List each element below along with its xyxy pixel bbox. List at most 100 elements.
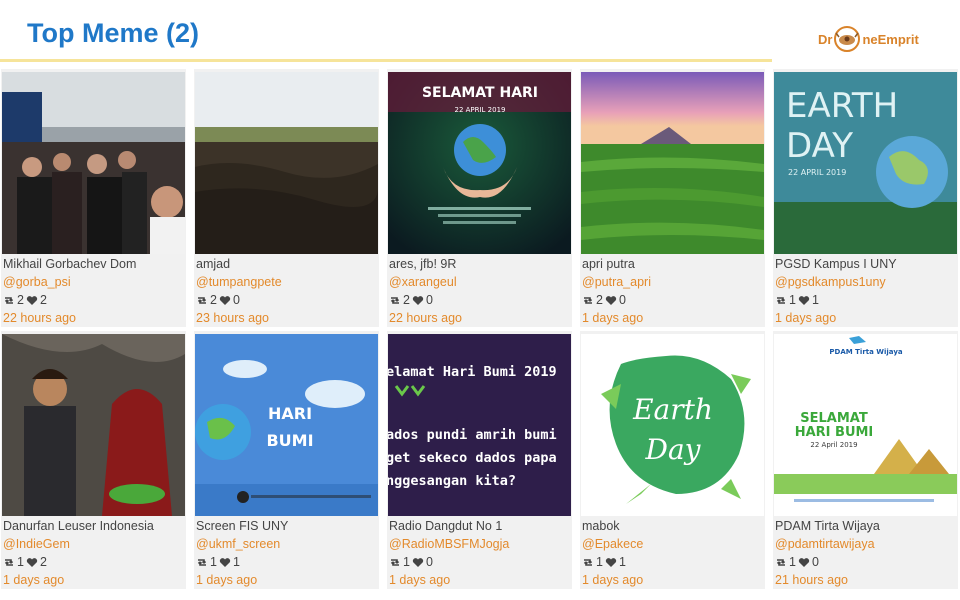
- poster-line-4: nggesangan kita?: [388, 473, 516, 489]
- meme-card[interactable]: SELAMAT HARI 22 APRIL 2019 ares, jfb! 9R…: [387, 69, 572, 327]
- poster-caption: SELAMAT HARI: [422, 85, 538, 101]
- heart-icon: [219, 557, 231, 567]
- heart-icon: [412, 557, 424, 567]
- retweet-count: 2: [17, 293, 24, 307]
- meme-image[interactable]: Earth Day: [581, 334, 764, 516]
- meme-card[interactable]: HARI BUMI Screen FIS UNY @ukmf_screen 1 …: [194, 331, 379, 589]
- meme-timestamp: 22 hours ago: [3, 311, 76, 325]
- meme-author-name: amjad: [196, 257, 231, 271]
- like-count: 2: [39, 555, 47, 569]
- meme-timestamp: 23 hours ago: [196, 311, 269, 325]
- meme-timestamp: 1 days ago: [582, 573, 644, 587]
- meme-card[interactable]: apri putra @putra_apri 2 0 1 days ago: [580, 69, 765, 327]
- meme-author-name: Mikhail Gorbachev Dom: [3, 257, 137, 271]
- meme-author-name: PGSD Kampus I UNY: [775, 257, 897, 271]
- meme-author-handle[interactable]: @tumpangpete: [196, 275, 282, 289]
- retweet-count: 2: [210, 293, 217, 307]
- heart-icon: [26, 557, 38, 567]
- meme-image[interactable]: SELAMAT HARI 22 APRIL 2019: [388, 72, 571, 254]
- meme-stats: 1 0: [389, 555, 433, 569]
- like-count: 0: [618, 293, 626, 307]
- like-count: 0: [425, 555, 433, 569]
- meme-timestamp: 1 days ago: [389, 573, 451, 587]
- meme-image[interactable]: [2, 72, 185, 254]
- retweet-count: 2: [596, 293, 603, 307]
- retweet-count: 1: [17, 555, 24, 569]
- poster-date: 22 APRIL 2019: [788, 168, 846, 177]
- heart-icon: [798, 295, 810, 305]
- poster-caption-2: BUMI: [266, 431, 313, 450]
- meme-image[interactable]: PDAM Tirta Wijaya SELAMAT HARI BUMI 22 A…: [774, 334, 957, 516]
- meme-author-handle[interactable]: @pgsdkampus1uny: [775, 275, 886, 289]
- meme-card[interactable]: Mikhail Gorbachev Dom @gorba_psi 2 2 22 …: [1, 69, 186, 327]
- droneemprit-logo: Dr neEmprit: [818, 24, 919, 54]
- poster-caption: SELAMAT: [800, 411, 868, 426]
- like-count: 2: [39, 293, 47, 307]
- meme-image[interactable]: [581, 72, 764, 254]
- meme-card[interactable]: amjad @tumpangpete 2 0 23 hours ago: [194, 69, 379, 327]
- meme-stats: 1 0: [775, 555, 819, 569]
- poster-caption: EARTH: [786, 86, 898, 126]
- heart-icon: [605, 557, 617, 567]
- meme-stats: 1 1: [582, 555, 626, 569]
- title-underline: [0, 59, 772, 62]
- page-title: Top Meme (2): [27, 18, 200, 48]
- poster-line-2: ados pundi amrih bumi: [388, 427, 557, 443]
- meme-author-name: Danurfan Leuser Indonesia: [3, 519, 154, 533]
- meme-author-name: mabok: [582, 519, 620, 533]
- meme-author-handle[interactable]: @pdamtirtawijaya: [775, 537, 875, 551]
- meme-author-handle[interactable]: @ukmf_screen: [196, 537, 280, 551]
- meme-timestamp: 1 days ago: [3, 573, 65, 587]
- heart-icon: [26, 295, 38, 305]
- drone-icon: [834, 26, 861, 52]
- retweet-icon: [583, 296, 593, 304]
- meme-stats: 2 0: [196, 293, 240, 307]
- retweet-count: 1: [403, 555, 410, 569]
- meme-card[interactable]: Danurfan Leuser Indonesia @IndieGem 1 2 …: [1, 331, 186, 589]
- meme-author-handle[interactable]: @gorba_psi: [3, 275, 71, 289]
- retweet-count: 2: [403, 293, 410, 307]
- poster-date: 22 April 2019: [810, 441, 857, 449]
- meme-author-name: Radio Dangdut No 1: [389, 519, 503, 533]
- meme-stats: 1 2: [3, 555, 47, 569]
- poster-caption-2: Day: [645, 433, 702, 466]
- logo-text-right: neEmprit: [862, 31, 919, 47]
- like-count: 1: [232, 555, 240, 569]
- retweet-icon: [197, 296, 207, 304]
- retweet-icon: [583, 558, 593, 566]
- meme-stats: 2 2: [3, 293, 47, 307]
- meme-image[interactable]: [2, 334, 185, 516]
- meme-author-handle[interactable]: @putra_apri: [582, 275, 651, 289]
- meme-image[interactable]: [195, 72, 378, 254]
- meme-timestamp: 1 days ago: [582, 311, 644, 325]
- meme-author-handle[interactable]: @IndieGem: [3, 537, 70, 551]
- meme-card[interactable]: Earth Day mabok @Epakece 1 1 1 days ago: [580, 331, 765, 589]
- meme-image[interactable]: HARI BUMI: [195, 334, 378, 516]
- meme-card[interactable]: EARTH DAY 22 APRIL 2019 PGSD Kampus I UN…: [773, 69, 958, 327]
- meme-author-handle[interactable]: @xarangeul: [389, 275, 457, 289]
- like-count: 0: [232, 293, 240, 307]
- poster-caption: HARI: [268, 404, 312, 423]
- poster-caption-2: HARI BUMI: [795, 425, 874, 440]
- heart-icon: [219, 295, 231, 305]
- retweet-count: 1: [789, 555, 796, 569]
- retweet-count: 1: [210, 555, 217, 569]
- meme-card[interactable]: PDAM Tirta Wijaya SELAMAT HARI BUMI 22 A…: [773, 331, 958, 589]
- poster-caption: Earth: [632, 393, 713, 426]
- poster-date: 22 APRIL 2019: [454, 106, 505, 114]
- retweet-icon: [4, 558, 14, 566]
- retweet-icon: [4, 296, 14, 304]
- meme-card[interactable]: elamat Hari Bumi 2019 ados pundi amrih b…: [387, 331, 572, 589]
- retweet-icon: [776, 558, 786, 566]
- meme-author-handle[interactable]: @RadioMBSFMJogja: [389, 537, 509, 551]
- meme-author-name: PDAM Tirta Wijaya: [775, 519, 880, 533]
- meme-author-handle[interactable]: @Epakece: [582, 537, 643, 551]
- retweet-icon: [390, 558, 400, 566]
- retweet-icon: [197, 558, 207, 566]
- like-count: 0: [425, 293, 433, 307]
- meme-image[interactable]: EARTH DAY 22 APRIL 2019: [774, 72, 957, 254]
- retweet-icon: [390, 296, 400, 304]
- retweet-count: 1: [789, 293, 796, 307]
- meme-image[interactable]: elamat Hari Bumi 2019 ados pundi amrih b…: [388, 334, 571, 516]
- retweet-icon: [776, 296, 786, 304]
